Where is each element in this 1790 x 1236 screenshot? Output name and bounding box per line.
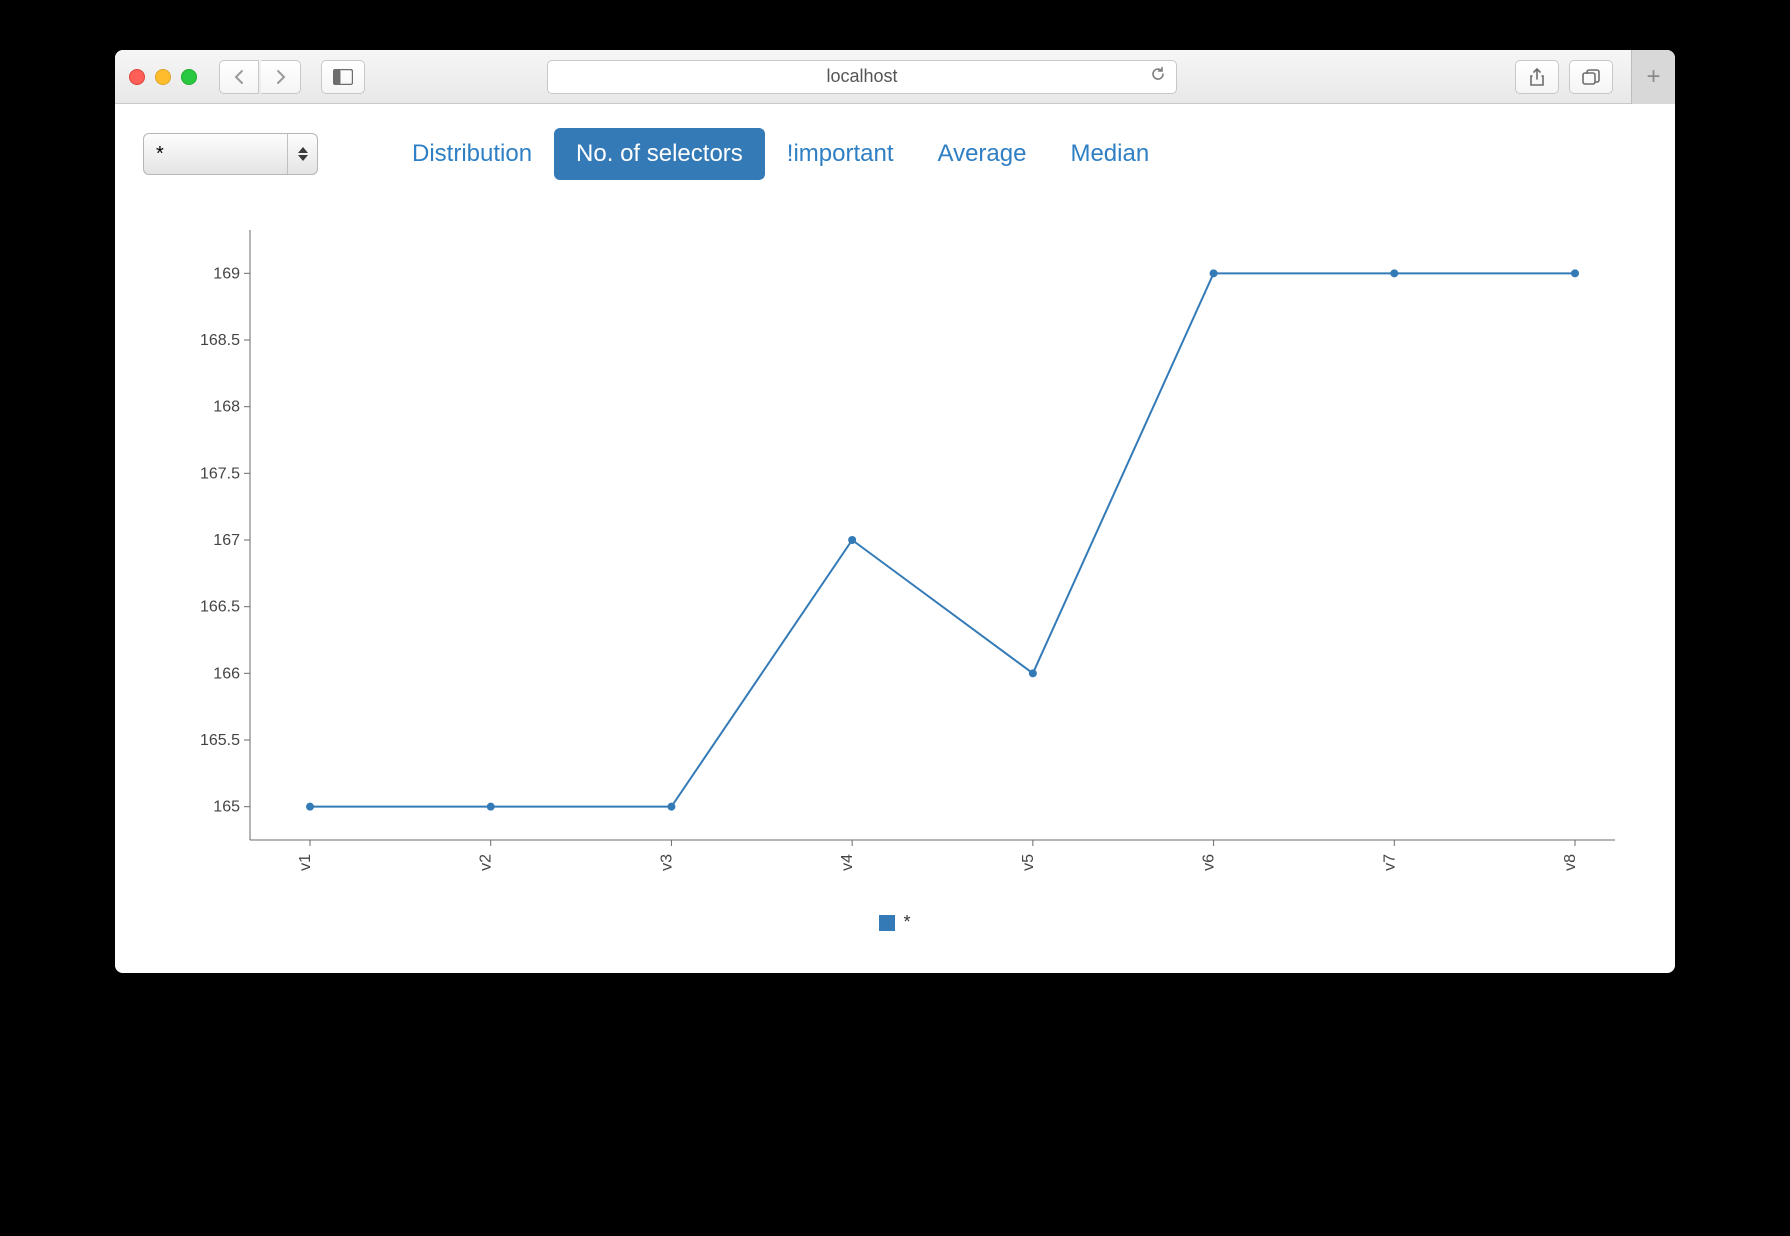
reload-icon [1150, 66, 1166, 82]
selector-value: * [156, 143, 164, 166]
series-dots [306, 269, 1579, 810]
nav-buttons [219, 60, 301, 94]
metric-tabs: Distribution No. of selectors !important… [390, 128, 1171, 180]
close-icon[interactable] [129, 69, 145, 85]
svg-text:168.5: 168.5 [200, 332, 240, 349]
toolbar: * Distribution No. of selectors !importa… [143, 128, 1647, 180]
tab-average[interactable]: Average [916, 128, 1049, 180]
chart-legend: * [143, 912, 1647, 933]
tab-distribution[interactable]: Distribution [390, 128, 554, 180]
svg-text:166.5: 166.5 [200, 599, 240, 616]
y-axis: 165 165.5 166 166.5 167 167.5 168 168.5 169 [200, 230, 250, 840]
svg-text:v3: v3 [658, 854, 675, 871]
plus-icon: + [1646, 63, 1660, 91]
x-axis: v1 v2 v3 v4 v5 v6 v7 v8 [250, 840, 1615, 871]
address-bar[interactable]: localhost [547, 60, 1177, 94]
sidebar-toggle-button[interactable] [321, 60, 365, 94]
svg-text:v5: v5 [1020, 854, 1037, 871]
svg-text:168: 168 [213, 399, 240, 416]
chart-svg: 165 165.5 166 166.5 167 167.5 168 168.5 169 v1 v2… [143, 220, 1647, 900]
back-button[interactable] [219, 60, 259, 94]
tab-median[interactable]: Median [1048, 128, 1171, 180]
svg-text:v4: v4 [839, 854, 856, 871]
new-tab-button[interactable]: + [1631, 50, 1675, 104]
svg-text:v7: v7 [1381, 854, 1398, 871]
tabs-button[interactable] [1569, 60, 1613, 94]
tabs-icon [1582, 69, 1600, 85]
chevron-left-icon [233, 69, 245, 85]
svg-text:v1: v1 [297, 854, 314, 871]
tab-no-of-selectors[interactable]: No. of selectors [554, 128, 765, 180]
svg-text:166: 166 [213, 665, 240, 682]
legend-swatch [879, 915, 895, 931]
chevron-right-icon [275, 69, 287, 85]
maximize-icon[interactable] [181, 69, 197, 85]
svg-text:165.5: 165.5 [200, 732, 240, 749]
share-button[interactable] [1515, 60, 1559, 94]
series-line [310, 273, 1575, 806]
svg-text:165: 165 [213, 799, 240, 816]
svg-text:167: 167 [213, 532, 240, 549]
svg-text:v8: v8 [1562, 854, 1579, 871]
svg-text:v6: v6 [1201, 854, 1218, 871]
legend-label: * [903, 912, 910, 933]
chart: 165 165.5 166 166.5 167 167.5 168 168.5 169 v1 v2… [143, 220, 1647, 900]
svg-text:169: 169 [213, 265, 240, 282]
address-text: localhost [826, 66, 897, 87]
titlebar: localhost + [115, 50, 1675, 104]
window-controls [129, 69, 197, 85]
tab-important[interactable]: !important [765, 128, 916, 180]
share-icon [1529, 68, 1545, 86]
titlebar-right: + [1515, 60, 1661, 94]
sidebar-icon [333, 69, 353, 85]
page-content: * Distribution No. of selectors !importa… [115, 104, 1675, 973]
updown-icon [287, 134, 317, 174]
selector-dropdown[interactable]: * [143, 133, 318, 175]
browser-window: localhost + [115, 50, 1675, 973]
svg-text:v2: v2 [478, 854, 495, 871]
forward-button[interactable] [261, 60, 301, 94]
minimize-icon[interactable] [155, 69, 171, 85]
reload-button[interactable] [1150, 66, 1166, 87]
svg-text:167.5: 167.5 [200, 465, 240, 482]
